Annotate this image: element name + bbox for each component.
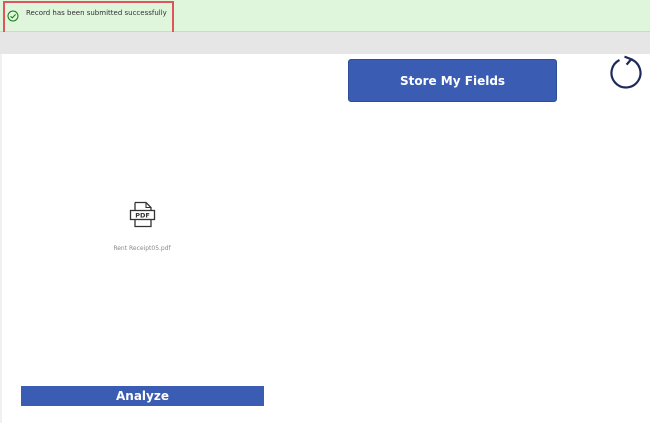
store-my-fields-label: Store My Fields [399,73,506,88]
app-screen: Record has been submitted successfully S… [0,0,650,423]
svg-text:PDF: PDF [135,212,150,220]
check-circle-icon [7,10,19,22]
success-notification-banner: Record has been submitted successfully [0,0,650,32]
analyze-label: Analyze [116,389,169,403]
notification-message: Record has been submitted successfully [26,9,167,17]
store-my-fields-button[interactable]: Store My Fields [348,59,557,102]
refresh-icon[interactable] [608,55,644,91]
analyze-button[interactable]: Analyze [21,386,264,406]
attachment-filename[interactable]: Rent Receipt05.pdf [92,245,192,252]
app-canvas [0,54,650,423]
canvas-left-edge [0,54,2,423]
header-strip [0,32,650,54]
pdf-file-icon[interactable]: PDF [129,201,156,228]
